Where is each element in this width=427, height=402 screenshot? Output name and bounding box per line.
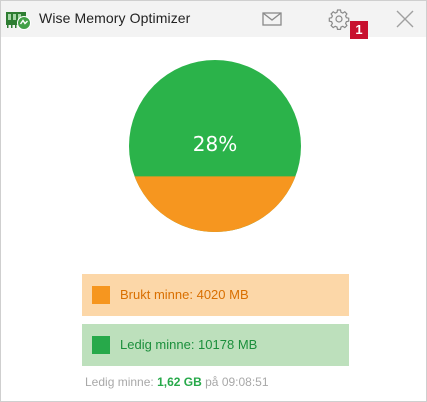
- title-bar[interactable]: Wise Memory Optimizer 1: [1, 1, 426, 39]
- status-amount: 1,62 GB: [157, 375, 202, 389]
- free-swatch: [92, 336, 110, 354]
- gear-icon[interactable]: [327, 7, 351, 31]
- callout-badge: 1: [350, 21, 368, 39]
- status-label: Ledig minne:: [85, 375, 154, 389]
- memory-chip-icon: [6, 12, 31, 30]
- free-memory-row: Ledig minne: 10178 MB: [82, 324, 349, 366]
- pie-percent-label: 28%: [193, 132, 237, 156]
- mail-icon[interactable]: [260, 7, 284, 31]
- used-swatch: [92, 286, 110, 304]
- close-icon[interactable]: [392, 7, 418, 31]
- app-title: Wise Memory Optimizer: [39, 10, 191, 26]
- pie-used-slice: [134, 176, 296, 232]
- memory-usage-pie: 28%: [129, 60, 301, 232]
- used-memory-label: Brukt minne: 4020 MB: [120, 287, 249, 302]
- status-on: på: [205, 375, 219, 389]
- free-memory-label: Ledig minne: 10178 MB: [120, 337, 258, 352]
- app-window: Wise Memory Optimizer 1 28% Brukt minne:…: [0, 0, 427, 402]
- used-memory-row: Brukt minne: 4020 MB: [82, 274, 349, 316]
- status-time: 09:08:51: [221, 375, 269, 389]
- status-line: Ledig minne: 1,62 GB på 09:08:51: [85, 375, 269, 389]
